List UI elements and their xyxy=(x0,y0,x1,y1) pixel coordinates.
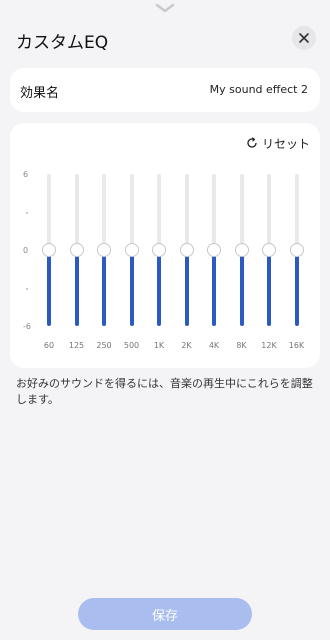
eq-frequency-label: 125 xyxy=(68,341,85,350)
eq-fill xyxy=(47,250,51,326)
eq-thumb[interactable] xyxy=(262,243,276,257)
close-icon xyxy=(299,33,309,43)
eq-fill xyxy=(184,250,189,326)
eq-frequency-label: 12K xyxy=(261,341,277,350)
chevron-down-icon xyxy=(155,3,175,13)
eq-thumb[interactable] xyxy=(234,243,249,257)
eq-thumb[interactable] xyxy=(124,243,139,257)
eq-frequency-label: 2K xyxy=(181,341,192,350)
eq-thumb[interactable] xyxy=(42,243,56,257)
eq-frequency-label: 250 xyxy=(96,341,112,350)
eq-frequency-label: 4K xyxy=(208,341,220,350)
eq-fill xyxy=(239,250,244,326)
eq-fill xyxy=(294,250,299,326)
header: カスタムEQ xyxy=(0,24,330,56)
eq-thumb[interactable] xyxy=(289,243,304,257)
eq-frequency-label: 60 xyxy=(43,341,55,350)
eq-thumb[interactable] xyxy=(207,243,221,257)
eq-thumb[interactable] xyxy=(97,243,111,257)
y-axis-label: 0 xyxy=(23,246,29,255)
eq-fill xyxy=(267,250,271,326)
eq-frequency-label: 16K xyxy=(288,341,305,350)
eq-fill xyxy=(102,250,106,326)
effect-name-label: 効果名 xyxy=(20,86,60,101)
sheet-handle[interactable] xyxy=(150,0,180,13)
eq-frequency-label: 8K xyxy=(236,341,247,350)
eq-thumb[interactable] xyxy=(179,243,194,257)
eq-fill xyxy=(157,250,161,326)
eq-fill xyxy=(74,250,79,326)
eq-fill xyxy=(129,250,134,326)
effect-name-row[interactable]: 効果名 My sound effect 2 xyxy=(10,68,320,112)
page-title: カスタムEQ xyxy=(16,33,109,53)
effect-name-value: My sound effect 2 xyxy=(209,83,308,96)
save-button[interactable]: 保存 xyxy=(78,598,252,630)
eq-frequency-label: 500 xyxy=(123,341,140,350)
eq-thumb[interactable] xyxy=(152,243,166,257)
eq-frequency-label: 1K xyxy=(153,341,165,350)
close-button[interactable] xyxy=(292,26,316,50)
y-axis-tick xyxy=(26,288,28,290)
y-axis-label: 6 xyxy=(23,170,29,179)
y-axis-tick xyxy=(26,212,28,214)
equalizer-card: リセット 6 0 -6 60 125 250 500 1K 2K 4K 8K 12K 16K xyxy=(10,123,320,368)
y-axis-label: -6 xyxy=(23,322,31,331)
eq-thumb[interactable] xyxy=(69,243,84,257)
equalizer: 6 0 -6 60 125 250 500 1K 2K 4K 8K 12K 16K xyxy=(10,123,320,368)
hint-text: お好みのサウンドを得るには、音楽の再生中にこれらを調整します。 xyxy=(16,377,313,406)
eq-fill xyxy=(212,250,216,326)
